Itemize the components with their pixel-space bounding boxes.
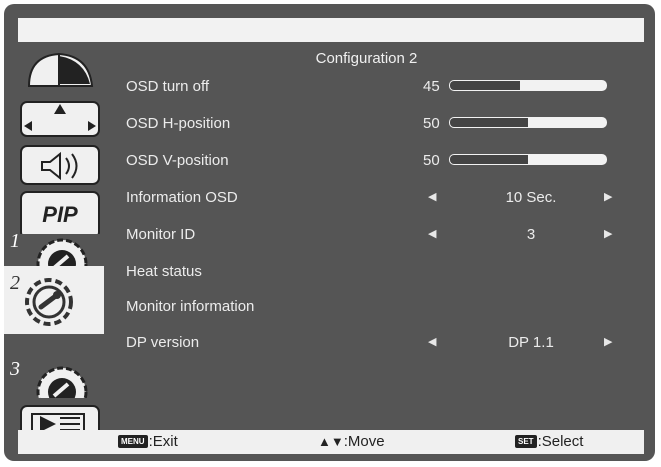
- menu-row-dp-version[interactable]: DP version ◀ DP 1.1 ▶: [126, 332, 636, 354]
- menu-row-osd-h-position[interactable]: OSD H-position 50: [126, 113, 636, 135]
- menu-row-label: OSD turn off: [126, 78, 210, 95]
- left-arrow-icon[interactable]: ◀: [428, 227, 436, 240]
- osd-window: PIP 1 2 3 Configuration 2 OSD turn off 4…: [4, 4, 655, 461]
- right-arrow-icon[interactable]: ▶: [604, 227, 612, 240]
- menu-row-label: OSD V-position: [126, 152, 229, 169]
- menu-row-label: Monitor information: [126, 298, 255, 315]
- sidebar-item-audio[interactable]: [4, 142, 104, 188]
- osd-turn-off-slider[interactable]: [449, 80, 607, 91]
- footer-exit-label: :Exit: [148, 433, 178, 450]
- sidebar-item-config-1[interactable]: 1: [4, 224, 104, 270]
- audio-icon: [20, 145, 100, 185]
- menu-row-heat-status[interactable]: Heat status: [126, 261, 636, 283]
- menu-title: Configuration 2: [315, 50, 418, 67]
- footer-exit-hint: MENU :Exit: [118, 433, 178, 450]
- slider-fill: [450, 118, 528, 127]
- menu-row-label: Heat status: [126, 263, 202, 280]
- footer-select-label: :Select: [537, 433, 584, 450]
- configuration-gear-icon: [25, 278, 73, 326]
- menu-row-label: Information OSD: [126, 189, 238, 206]
- menu-row-label: OSD H-position: [126, 115, 231, 132]
- move-arrows-icon: ▲▼: [318, 434, 344, 449]
- osd-sidebar: PIP 1 2 3: [4, 46, 104, 446]
- footer-move-label: :Move: [343, 433, 385, 450]
- menu-row-value: 50: [423, 115, 440, 132]
- menu-row-value: 45: [423, 78, 440, 95]
- footer-select-hint: SET :Select: [515, 433, 583, 450]
- osd-header-bar: [18, 18, 644, 42]
- osd-h-position-slider[interactable]: [449, 117, 607, 128]
- menu-row-label: DP version: [126, 334, 200, 351]
- menu-row-option-value: DP 1.1: [508, 334, 554, 351]
- menu-row-osd-v-position[interactable]: OSD V-position 50: [126, 150, 636, 172]
- left-arrow-icon[interactable]: ◀: [428, 190, 436, 203]
- osd-footer: MENU :Exit ▲▼ :Move SET :Select: [18, 430, 644, 454]
- right-arrow-icon[interactable]: ▶: [604, 190, 612, 203]
- menu-row-monitor-information[interactable]: Monitor information: [126, 296, 636, 318]
- menu-row-osd-turn-off[interactable]: OSD turn off 45: [126, 76, 636, 98]
- menu-row-monitor-id[interactable]: Monitor ID ◀ 3 ▶: [126, 224, 636, 246]
- osd-menu-panel: Configuration 2 OSD turn off 45 OSD H-po…: [104, 46, 644, 430]
- slider-fill: [450, 81, 521, 90]
- configuration-gear-icon: [36, 366, 88, 398]
- menu-row-value: 50: [423, 152, 440, 169]
- sidebar-item-config-3[interactable]: 3: [4, 352, 104, 398]
- right-arrow-icon[interactable]: ▶: [604, 335, 612, 348]
- sidebar-item-config-2[interactable]: 2: [4, 266, 104, 334]
- slider-fill: [450, 155, 528, 164]
- menu-row-label: Monitor ID: [126, 226, 196, 243]
- screen-position-icon: [20, 101, 100, 137]
- menu-row-option-value: 3: [526, 226, 536, 243]
- footer-move-hint: ▲▼ :Move: [318, 433, 385, 450]
- menu-row-information-osd[interactable]: Information OSD ◀ 10 Sec. ▶: [126, 187, 636, 209]
- menu-row-option-value: 10 Sec.: [505, 189, 557, 206]
- picture-icon: [27, 52, 94, 87]
- configuration-gear-icon: [36, 238, 88, 270]
- sidebar-item-screen[interactable]: [4, 94, 104, 140]
- set-key-badge: SET: [515, 435, 537, 448]
- left-arrow-icon[interactable]: ◀: [428, 335, 436, 348]
- osd-v-position-slider[interactable]: [449, 154, 607, 165]
- menu-key-badge: MENU: [118, 435, 148, 448]
- sidebar-item-picture[interactable]: [4, 46, 104, 92]
